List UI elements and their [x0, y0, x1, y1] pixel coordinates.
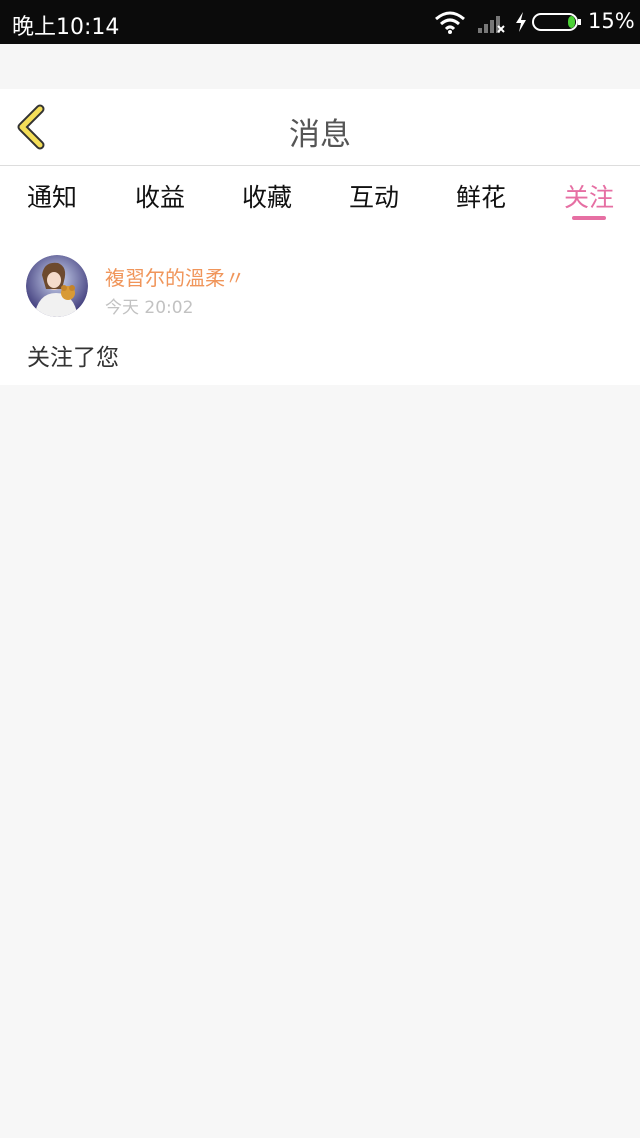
avatar[interactable] — [26, 255, 88, 317]
tab-favorites[interactable]: 收藏 — [233, 178, 301, 222]
tab-bar: 通知 收益 收藏 互动 鲜花 关注 — [0, 166, 640, 230]
tab-interactions[interactable]: 互动 — [340, 178, 408, 222]
tab-notifications[interactable]: 通知 — [18, 178, 86, 222]
list-item[interactable]: 複習尔的溫柔〃 今天 20:02 关注了您 — [0, 230, 640, 385]
top-spacer — [0, 44, 640, 89]
message-text: 关注了您 — [27, 345, 119, 371]
status-bar: 晚上10:14 15% — [0, 0, 640, 44]
status-time: 晚上10:14 — [12, 15, 120, 40]
wifi-icon — [435, 11, 465, 34]
tab-flowers[interactable]: 鲜花 — [447, 178, 515, 222]
battery-percent: 15% — [588, 9, 635, 33]
user-name[interactable]: 複習尔的溫柔〃 — [105, 262, 245, 291]
signal-icon — [478, 16, 505, 33]
timestamp: 今天 20:02 — [105, 298, 194, 318]
active-tab-indicator — [572, 216, 606, 220]
charging-icon — [516, 12, 526, 32]
page-title: 消息 — [289, 117, 351, 153]
header: 消息 — [0, 89, 640, 166]
battery-icon — [532, 13, 581, 31]
tab-earnings[interactable]: 收益 — [126, 178, 194, 222]
